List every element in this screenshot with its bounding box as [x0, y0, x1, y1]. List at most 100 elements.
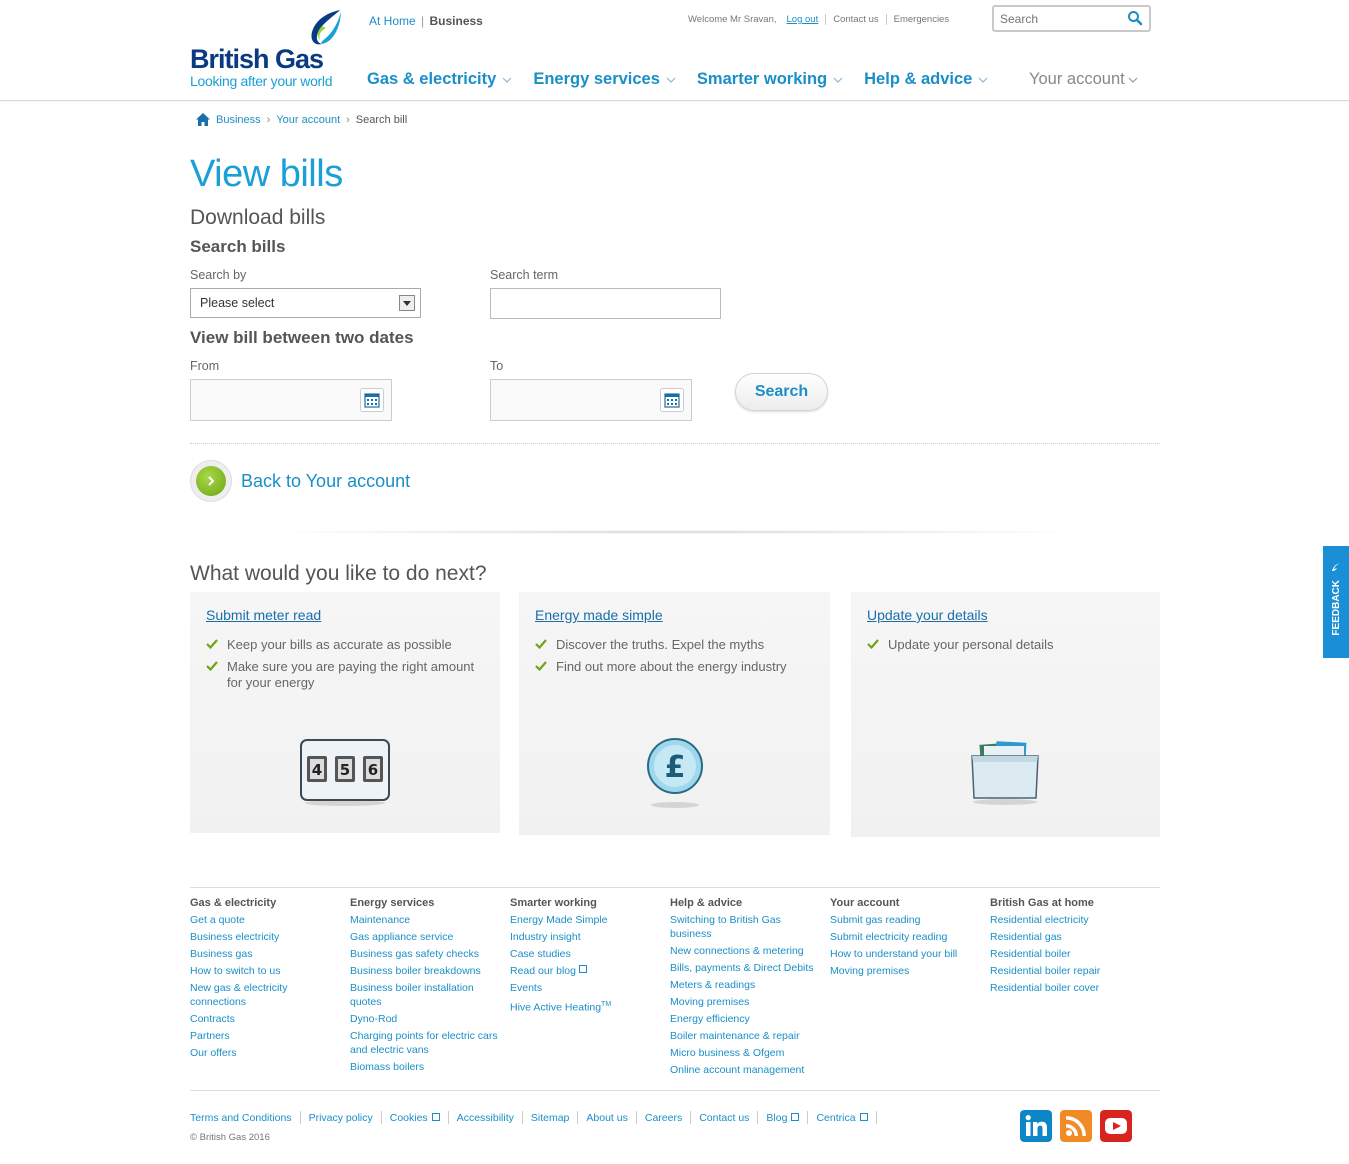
home-icon[interactable]: [196, 113, 210, 126]
logout-link[interactable]: Log out: [787, 14, 819, 25]
footer-link[interactable]: Energy Made Simple: [510, 913, 668, 927]
card-update-details: Update your details Update your personal…: [851, 592, 1160, 837]
footer-link[interactable]: How to understand your bill: [830, 947, 988, 961]
search-icon[interactable]: [1127, 10, 1143, 26]
legal-link-about[interactable]: About us: [586, 1112, 627, 1124]
business-link[interactable]: Business: [430, 14, 483, 28]
footer-link[interactable]: Business gas: [190, 947, 348, 961]
external-link-icon: [791, 1112, 800, 1121]
footer-link[interactable]: New connections & metering: [670, 944, 828, 958]
brand-name: British Gas: [190, 44, 324, 74]
calendar-icon[interactable]: [660, 388, 684, 412]
footer-link[interactable]: Events: [510, 981, 668, 995]
legal-link-terms[interactable]: Terms and Conditions: [190, 1112, 292, 1124]
search-input[interactable]: [1000, 10, 1125, 27]
nav-smarter-working[interactable]: Smarter working: [697, 70, 843, 89]
linkedin-icon[interactable]: [1020, 1110, 1052, 1142]
footer-link[interactable]: Business gas safety checks: [350, 947, 508, 961]
nav-energy-services[interactable]: Energy services: [533, 70, 676, 89]
contact-us-link[interactable]: Contact us: [833, 14, 878, 25]
legal-link-careers[interactable]: Careers: [645, 1112, 682, 1124]
tick-icon: [535, 661, 547, 671]
footer-link[interactable]: Online account management: [670, 1063, 828, 1077]
footer-link[interactable]: Biomass boilers: [350, 1060, 508, 1074]
footer-link[interactable]: Residential boiler cover: [990, 981, 1160, 995]
from-label: From: [190, 359, 220, 373]
search-term-input[interactable]: [490, 288, 721, 319]
footer-link[interactable]: Moving premises: [670, 995, 828, 1009]
copyright: © British Gas 2016: [190, 1132, 270, 1143]
footer-link[interactable]: Meters & readings: [670, 978, 828, 992]
utility-bar: Welcome Mr Sravan, Log out Contact us Em…: [688, 14, 949, 25]
legal-link-blog[interactable]: Blog: [766, 1112, 800, 1124]
footer-link-hive[interactable]: Hive Active HeatingTM: [510, 998, 668, 1015]
nav-help-advice[interactable]: Help & advice: [864, 70, 988, 89]
legal-link-centrica[interactable]: Centrica: [816, 1112, 868, 1124]
footer-link[interactable]: Residential gas: [990, 930, 1160, 944]
footer-link[interactable]: Industry insight: [510, 930, 668, 944]
footer-link[interactable]: Residential boiler repair: [990, 964, 1160, 978]
footer-link[interactable]: Residential boiler: [990, 947, 1160, 961]
footer-link[interactable]: Business boiler breakdowns: [350, 964, 508, 978]
back-link-button[interactable]: [190, 460, 232, 502]
footer-link[interactable]: Charging points for electric cars and el…: [350, 1029, 508, 1057]
feedback-tab[interactable]: FEEDBACK: [1323, 546, 1349, 658]
back-to-account-link[interactable]: Back to Your account: [190, 460, 410, 502]
site-switch: At Home | Business: [369, 14, 483, 28]
youtube-icon[interactable]: [1100, 1110, 1132, 1142]
footer-link[interactable]: Micro business & Ofgem: [670, 1046, 828, 1060]
footer-link[interactable]: Submit gas reading: [830, 913, 988, 927]
bullet-text: Find out more about the energy industry: [556, 659, 787, 674]
footer-link[interactable]: Submit electricity reading: [830, 930, 988, 944]
nav-your-account[interactable]: Your account: [1029, 70, 1138, 89]
footer-link[interactable]: Boiler maintenance & repair: [670, 1029, 828, 1043]
search-button[interactable]: Search: [735, 373, 828, 411]
card-title-link[interactable]: Update your details: [867, 607, 988, 623]
footer-link[interactable]: New gas & electricity connections: [190, 981, 310, 1009]
calendar-icon[interactable]: [360, 388, 384, 412]
rss-icon[interactable]: [1060, 1110, 1092, 1142]
british-gas-logo[interactable]: British Gas Looking after your world: [190, 8, 345, 93]
footer-link[interactable]: Energy efficiency: [670, 1012, 828, 1026]
footer-link[interactable]: Gas appliance service: [350, 930, 508, 944]
footer-link[interactable]: Our offers: [190, 1046, 348, 1060]
chevron-down-icon: [502, 77, 512, 83]
footer-link[interactable]: Maintenance: [350, 913, 508, 927]
footer-link[interactable]: Bills, payments & Direct Debits: [670, 961, 828, 975]
list-item: Update your personal details: [867, 637, 1054, 653]
emergencies-link[interactable]: Emergencies: [894, 14, 949, 25]
footer-link[interactable]: Residential electricity: [990, 913, 1160, 927]
from-date-input[interactable]: [190, 379, 392, 421]
legal-link-accessibility[interactable]: Accessibility: [457, 1112, 514, 1124]
folder-icon: [971, 741, 1039, 805]
list-item: Find out more about the energy industry: [535, 659, 787, 675]
search-by-select[interactable]: Please select: [190, 288, 421, 318]
card-title-link[interactable]: Submit meter read: [206, 607, 321, 623]
dropdown-arrow-icon[interactable]: [399, 295, 415, 311]
footer-link[interactable]: Get a quote: [190, 913, 348, 927]
breadcrumb-your-account[interactable]: Your account: [276, 114, 340, 126]
footer-link[interactable]: Partners: [190, 1029, 348, 1043]
footer-link[interactable]: How to switch to us: [190, 964, 348, 978]
footer-link[interactable]: Dyno-Rod: [350, 1012, 508, 1026]
footer-link-blog[interactable]: Read our blog: [510, 964, 668, 978]
footer-link[interactable]: Case studies: [510, 947, 668, 961]
breadcrumb-business[interactable]: Business: [216, 114, 261, 126]
card-title-link[interactable]: Energy made simple: [535, 607, 663, 623]
footer-link[interactable]: Business electricity: [190, 930, 348, 944]
legal-link-privacy[interactable]: Privacy policy: [309, 1112, 373, 1124]
site-search: [992, 5, 1151, 32]
footer-heading: Energy services: [350, 897, 435, 909]
search-term-label: Search term: [490, 268, 559, 282]
legal-link-contact[interactable]: Contact us: [699, 1112, 749, 1124]
nav-gas-electricity[interactable]: Gas & electricity: [367, 70, 512, 89]
footer-link[interactable]: Business boiler installation quotes: [350, 981, 490, 1009]
footer-link[interactable]: Moving premises: [830, 964, 988, 978]
footer-heading: Smarter working: [510, 897, 597, 909]
legal-link-cookies[interactable]: Cookies: [390, 1112, 440, 1124]
at-home-link[interactable]: At Home: [369, 14, 416, 28]
to-date-input[interactable]: [490, 379, 692, 421]
footer-link[interactable]: Switching to British Gas business: [670, 913, 795, 941]
legal-link-sitemap[interactable]: Sitemap: [531, 1112, 570, 1124]
footer-link[interactable]: Contracts: [190, 1012, 348, 1026]
